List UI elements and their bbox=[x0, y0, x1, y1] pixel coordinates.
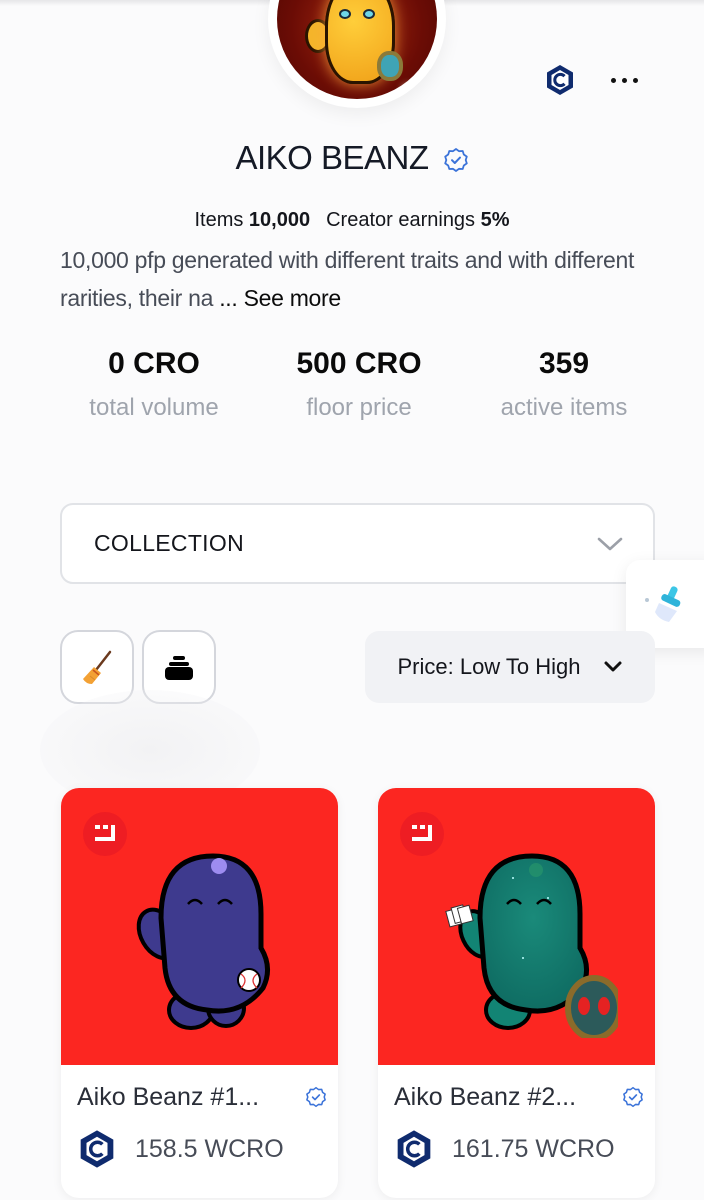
teal-bean-character bbox=[445, 853, 618, 1038]
nft-name: Aiko Beanz #2... bbox=[394, 1082, 577, 1111]
collection-dropdown[interactable]: COLLECTION bbox=[60, 503, 655, 584]
description-text: 10,000 pfp generated with different trai… bbox=[60, 247, 635, 311]
card-price-row: 161.75 WCRO bbox=[394, 1128, 615, 1170]
card-name-row: Aiko Beanz #1... bbox=[77, 1080, 327, 1114]
purple-bean-character bbox=[136, 853, 270, 1030]
stat-active-items: 359 active items bbox=[462, 342, 666, 432]
more-options-button[interactable] bbox=[604, 66, 644, 94]
avatar-bean-eye bbox=[363, 9, 375, 19]
items-count: 10,000 bbox=[248, 208, 311, 231]
nft-card[interactable]: Aiko Beanz #2... 161.75 WCRO bbox=[378, 788, 655, 1198]
collection-stats: 0 CRO total volume 500 CRO floor price 3… bbox=[52, 342, 666, 432]
nft-name: Aiko Beanz #1... bbox=[77, 1082, 260, 1111]
broom-icon bbox=[83, 650, 112, 684]
cronos-icon bbox=[80, 1130, 114, 1168]
stat-floor-price: 500 CRO floor price bbox=[257, 342, 461, 432]
stat-value: 500 CRO bbox=[296, 347, 422, 380]
collection-description: 10,000 pfp generated with different trai… bbox=[60, 241, 660, 317]
chevron-down-icon bbox=[604, 661, 621, 672]
avatar-bean-accessory bbox=[377, 51, 403, 81]
card-name-row: Aiko Beanz #2... bbox=[394, 1080, 644, 1114]
nft-price: 161.75 WCRO bbox=[452, 1134, 615, 1163]
stat-value: 0 CRO bbox=[108, 347, 200, 380]
avatar-image bbox=[277, 0, 437, 99]
collection-meta: Items 10,000 Creator earnings 5% bbox=[0, 205, 704, 235]
verified-badge-icon bbox=[306, 1086, 326, 1108]
cronos-icon bbox=[397, 1130, 431, 1168]
sort-dropdown[interactable]: Price: Low To High bbox=[365, 631, 655, 703]
stat-value: 359 bbox=[538, 347, 590, 380]
dot-icon bbox=[621, 77, 627, 83]
dot-icon bbox=[610, 77, 616, 83]
avatar-sparkle bbox=[403, 85, 411, 93]
creator-earnings-value: 5% bbox=[480, 208, 510, 231]
stat-total-volume: 0 CRO total volume bbox=[52, 342, 256, 432]
dot-icon bbox=[632, 77, 638, 83]
see-more-link[interactable]: See more bbox=[244, 285, 342, 311]
description-ellipsis: ... bbox=[219, 285, 238, 311]
verified-badge-icon bbox=[443, 148, 468, 172]
cleaner-brush-icon bbox=[645, 586, 681, 622]
nft-image bbox=[378, 788, 655, 1065]
sort-dropdown-label: Price: Low To High bbox=[397, 654, 581, 679]
collection-title: AIKO BEANZ bbox=[235, 139, 429, 176]
stat-label: active items bbox=[500, 394, 628, 421]
items-label: Items bbox=[194, 208, 244, 231]
cronos-icon[interactable] bbox=[543, 63, 577, 97]
chevron-down-icon bbox=[597, 537, 623, 550]
card-price-row: 158.5 WCRO bbox=[77, 1128, 284, 1170]
collection-title-row: AIKO BEANZ bbox=[0, 134, 704, 182]
stat-label: floor price bbox=[306, 394, 412, 421]
nft-price: 158.5 WCRO bbox=[135, 1134, 284, 1163]
weight-icon bbox=[165, 656, 193, 680]
nft-image bbox=[61, 788, 338, 1065]
collection-dropdown-label: COLLECTION bbox=[94, 530, 244, 556]
nft-card[interactable]: Aiko Beanz #1... 158.5 WCRO bbox=[61, 788, 338, 1198]
avatar-bean-eye bbox=[339, 9, 351, 19]
collection-avatar[interactable] bbox=[268, 0, 446, 108]
creator-earnings-label: Creator earnings bbox=[326, 208, 476, 231]
verified-badge-icon bbox=[623, 1086, 643, 1108]
marketplace-logo-icon bbox=[95, 825, 115, 841]
stat-label: total volume bbox=[89, 394, 219, 421]
